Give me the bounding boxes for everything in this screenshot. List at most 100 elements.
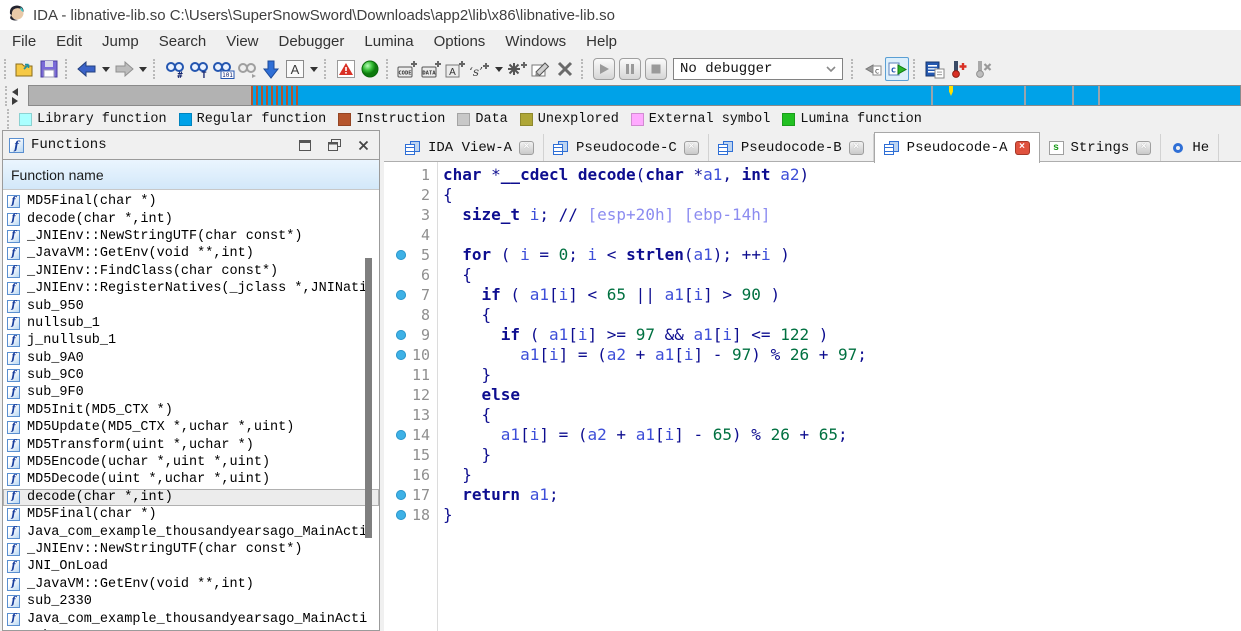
function-item[interactable]: j_nullsub_1 (3, 332, 379, 349)
navband-right-arrow-icon[interactable] (12, 97, 18, 105)
code-line[interactable]: 8 { (384, 305, 1241, 325)
menu-options[interactable]: Options (424, 30, 496, 54)
produce-c-file-button[interactable]: c (861, 57, 885, 81)
add-breakpoint-button[interactable] (947, 57, 971, 81)
code-line[interactable]: 10 a1[i] = (a2 + a1[i] - 97) % 26 + 97; (384, 345, 1241, 365)
ascii-string-button[interactable]: A (283, 57, 307, 81)
functions-scrollbar-thumb[interactable] (365, 258, 372, 538)
function-item[interactable]: MD5Transform(uint *,uchar *) (3, 436, 379, 453)
function-item[interactable]: decode(char *,int) (3, 488, 379, 507)
tab-close-icon[interactable]: × (683, 141, 699, 155)
function-item[interactable]: sub_9F0 (3, 384, 379, 401)
code-line[interactable]: 6 { (384, 265, 1241, 285)
toolbar-drag-handle[interactable] (4, 59, 10, 79)
patch-button[interactable] (505, 57, 529, 81)
menu-edit[interactable]: Edit (46, 30, 92, 54)
debugger-windows-button[interactable] (923, 57, 947, 81)
function-item[interactable]: sub_9C0 (3, 367, 379, 384)
function-item[interactable]: MD5Init(MD5_CTX *) (3, 402, 379, 419)
tab-pseudocode-a[interactable]: Pseudocode-A × (873, 132, 1040, 163)
tab-close-icon[interactable]: × (1014, 141, 1030, 155)
legend-drag-handle[interactable] (7, 109, 13, 129)
create-string-button[interactable]: ‘s’ (468, 57, 492, 81)
lumina-button[interactable] (358, 57, 382, 81)
debugger-selector[interactable]: No debugger (673, 58, 843, 80)
search-binary-button[interactable]: 101 (211, 57, 235, 81)
function-item[interactable]: MD5Encode(uchar *,uint *,uint) (3, 454, 379, 471)
create-data-button[interactable]: DATA (420, 57, 444, 81)
navband-left-arrow-icon[interactable] (12, 88, 18, 96)
menu-help[interactable]: Help (576, 30, 627, 54)
function-item[interactable]: sub_2400 (3, 628, 379, 630)
function-item[interactable]: _JNIEnv::FindClass(char const*) (3, 263, 379, 280)
tab-close-icon[interactable]: × (519, 141, 535, 155)
function-item[interactable]: _JavaVM::GetEnv(void **,int) (3, 576, 379, 593)
create-code-button[interactable]: CODE (396, 57, 420, 81)
undefine-button[interactable] (553, 57, 577, 81)
search-immediate-button[interactable]: # (163, 57, 187, 81)
tab-he[interactable]: He (1161, 134, 1220, 162)
jump-address-button[interactable] (259, 57, 283, 81)
menu-windows[interactable]: Windows (495, 30, 576, 54)
code-line[interactable]: 9 if ( a1[i] >= 97 && a1[i] <= 122 ) (384, 325, 1241, 345)
code-line[interactable]: 12 else (384, 385, 1241, 405)
navigate-forward-button[interactable] (112, 57, 136, 81)
menu-file[interactable]: File (2, 30, 46, 54)
navband-drag-handle[interactable] (5, 86, 11, 106)
tab-close-icon[interactable]: × (1136, 141, 1152, 155)
function-item[interactable]: _JavaVM::GetEnv(void **,int) (3, 245, 379, 262)
function-item[interactable]: _JNIEnv::NewStringUTF(char const*) (3, 228, 379, 245)
edit-button[interactable] (529, 57, 553, 81)
function-item[interactable]: _JNIEnv::NewStringUTF(char const*) (3, 541, 379, 558)
menu-debugger[interactable]: Debugger (269, 30, 355, 54)
code-line[interactable]: 16 } (384, 465, 1241, 485)
string-style-dropdown[interactable] (307, 57, 320, 81)
code-line[interactable]: 5 for ( i = 0; i < strlen(a1); ++i ) (384, 245, 1241, 265)
function-item[interactable]: JNI_OnLoad (3, 558, 379, 575)
problems-button[interactable] (334, 57, 358, 81)
code-line[interactable]: 13 { (384, 405, 1241, 425)
code-line[interactable]: 18} (384, 505, 1241, 525)
code-line[interactable]: 15 } (384, 445, 1241, 465)
panel-close-icon[interactable] (355, 138, 371, 152)
pseudocode-view[interactable]: 1 char *__cdecl decode(char *a1, int a2) 2… (384, 162, 1241, 631)
function-item[interactable]: decode(char *,int) (3, 210, 379, 227)
search-text-button[interactable]: T (187, 57, 211, 81)
menu-lumina[interactable]: Lumina (354, 30, 423, 54)
navigation-band[interactable] (28, 85, 1241, 106)
menu-search[interactable]: Search (149, 30, 217, 54)
code-line[interactable]: 2{ (384, 185, 1241, 205)
menu-view[interactable]: View (216, 30, 268, 54)
function-item[interactable]: _JNIEnv::RegisterNatives(_jclass *,JNINa… (3, 280, 379, 297)
code-line[interactable]: 3 size_t i; // [esp+20h] [ebp-14h] (384, 205, 1241, 225)
delete-breakpoint-button[interactable] (971, 57, 995, 81)
function-item[interactable]: sub_9A0 (3, 350, 379, 367)
rename-button[interactable]: A (444, 57, 468, 81)
back-history-dropdown[interactable] (99, 57, 112, 81)
function-name-column-header[interactable]: Function name (3, 160, 379, 190)
function-item[interactable]: sub_2330 (3, 593, 379, 610)
navband-scroll-arrows[interactable] (12, 87, 22, 105)
debugger-stop-button[interactable] (645, 58, 667, 80)
open-file-button[interactable] (13, 57, 37, 81)
tab-pseudocode-b[interactable]: Pseudocode-B × (709, 134, 874, 162)
quick-compile-button[interactable]: c (885, 57, 909, 81)
tab-strings[interactable]: s Strings × (1040, 134, 1162, 162)
navigate-back-button[interactable] (75, 57, 99, 81)
tab-close-icon[interactable]: × (848, 141, 864, 155)
save-file-button[interactable] (37, 57, 61, 81)
create-string-dropdown[interactable] (492, 57, 505, 81)
search-again-button[interactable] (235, 57, 259, 81)
code-line[interactable]: 17 return a1; (384, 485, 1241, 505)
function-item[interactable]: MD5Decode(uint *,uchar *,uint) (3, 471, 379, 488)
function-item[interactable]: sub_950 (3, 297, 379, 314)
function-item[interactable]: MD5Final(char *) (3, 193, 379, 210)
code-line[interactable]: 1 char *__cdecl decode(char *a1, int a2) (384, 165, 1241, 185)
function-item[interactable]: nullsub_1 (3, 315, 379, 332)
debugger-pause-button[interactable] (619, 58, 641, 80)
code-line[interactable]: 11 } (384, 365, 1241, 385)
panel-maximize-icon[interactable] (297, 138, 313, 152)
function-item[interactable]: MD5Update(MD5_CTX *,uchar *,uint) (3, 419, 379, 436)
debugger-start-button[interactable] (593, 58, 615, 80)
tab-pseudocode-c[interactable]: Pseudocode-C × (544, 134, 709, 162)
